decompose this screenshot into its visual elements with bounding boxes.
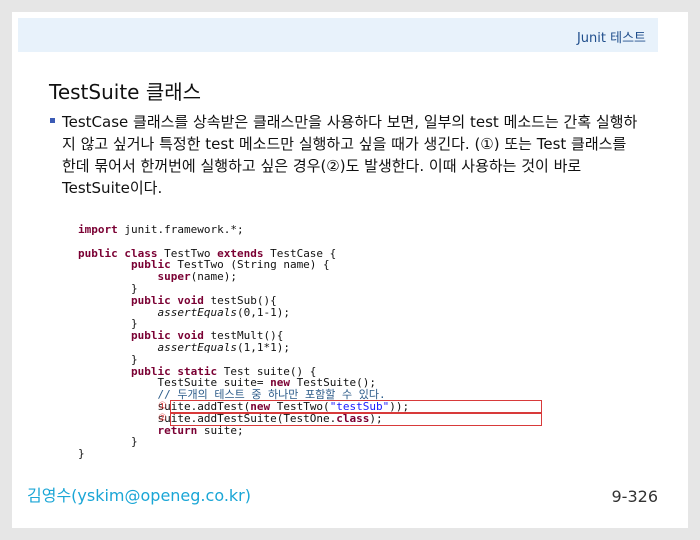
code-line: } [78, 448, 598, 460]
code-text: } [78, 447, 85, 461]
code-line: } [78, 436, 598, 448]
code-method: assertEquals [157, 340, 237, 354]
code-text: junit.framework.*; [117, 223, 244, 236]
page-number: 9-326 [611, 487, 659, 506]
code-text: (1,1*1); [236, 340, 290, 354]
code-line-highlight-2: ② suite.addTestSuite(TestOne.class); [78, 411, 598, 426]
code-method: assertEquals [157, 305, 237, 319]
code-line: return suite; [78, 423, 598, 437]
body-paragraph: TestCase 클래스를 상속받은 클래스만을 사용하다 보면, 일부의 te… [62, 113, 638, 197]
code-keyword: return [157, 423, 198, 437]
code-line: super(name); [78, 271, 598, 283]
bullet-icon [50, 118, 55, 123]
code-line: public void testSub(){ [78, 294, 598, 307]
author-signature: 김영수(yskim@openeg.co.kr) [27, 486, 251, 505]
code-block: import junit.framework.*; public class T… [78, 224, 598, 460]
code-line: assertEquals(1,1*1); [78, 342, 598, 354]
header-brand: Junit 테스트 [576, 31, 646, 46]
header-bar: Junit 테스트 [18, 18, 658, 52]
code-line: assertEquals(0,1-1); [78, 305, 598, 319]
code-text: suite; [197, 423, 244, 437]
code-keyword: super [157, 270, 191, 284]
slide-title: TestSuite 클래스 [49, 80, 202, 104]
code-text: } [130, 435, 138, 449]
code-text: (0,1-1); [236, 305, 290, 319]
code-text: (name); [190, 270, 237, 284]
code-line: import junit.framework.*; [78, 224, 598, 236]
